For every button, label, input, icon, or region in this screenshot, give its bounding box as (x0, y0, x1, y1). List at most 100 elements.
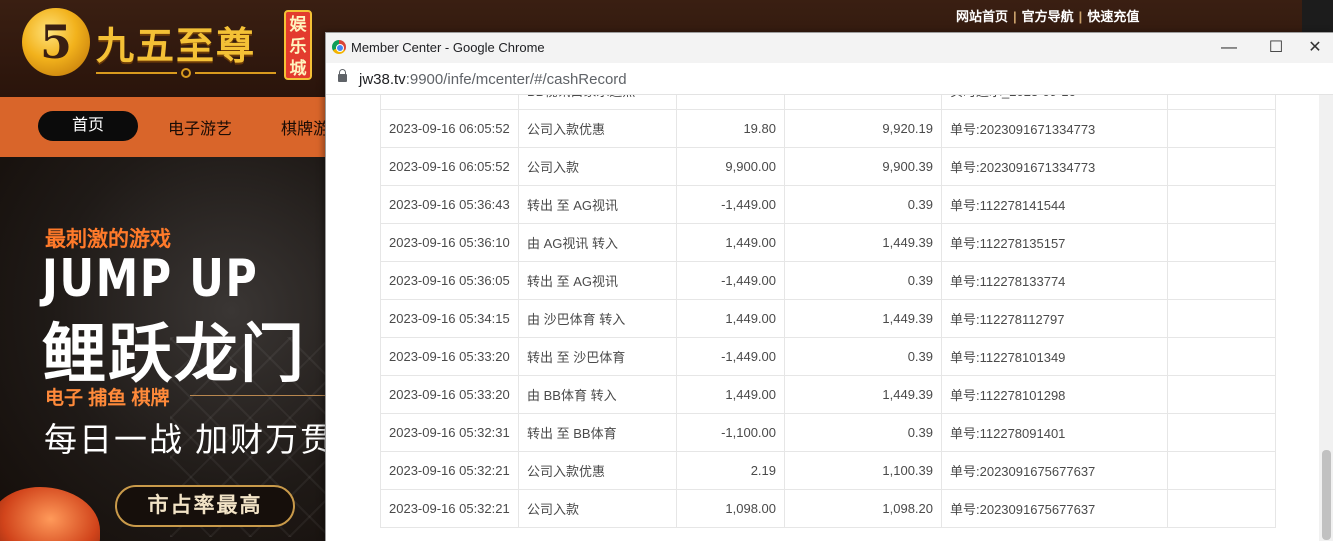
record-note: 单号:112278141544 (941, 185, 1168, 224)
record-balance: 83.82 (784, 95, 942, 110)
table-row: 2023-09-16 05:33:20 由 BB体育 转入 1,449.00 1,44… (380, 375, 1276, 414)
record-extra (1167, 223, 1276, 262)
record-balance: 0.39 (784, 261, 942, 300)
nav-item-home[interactable]: 首页 (38, 111, 138, 141)
record-extra (1167, 95, 1276, 110)
address-bar[interactable]: jw38.tv:9900/infe/mcenter/#/cashRecord (326, 63, 1333, 95)
window-titlebar[interactable]: Member Center - Google Chrome — ☐ ✕ (326, 33, 1333, 63)
logo-emblem-icon: 5 (22, 8, 90, 76)
record-amount: -1,100.00 (676, 413, 785, 452)
promo-banner[interactable]: 最刺激的游戏 JUMP UP 鲤跃龙门 电子 捕鱼 棋牌 每日一战 加财万贯 市… (0, 157, 330, 541)
url-text[interactable]: jw38.tv:9900/infe/mcenter/#/cashRecord (359, 71, 627, 88)
record-type: 由 AG视讯 转入 (518, 223, 677, 262)
table-row: 2023-09-16 05:32:21 公司入款 1,098.00 1,098.20 单… (380, 489, 1276, 528)
table-row: 2023-09-16 05:34:15 由 沙巴体育 转入 1,449.00 1,44… (380, 299, 1276, 338)
record-amount: 2.19 (676, 451, 785, 490)
record-note: 单号:112278101298 (941, 375, 1168, 414)
lock-icon[interactable] (338, 69, 347, 82)
close-button[interactable]: ✕ (1295, 33, 1333, 63)
link-home[interactable]: 网站首页 (956, 9, 1008, 24)
record-time: 2023-09-16 06:05:52 (380, 109, 519, 148)
nav-item-cards[interactable]: 棋牌游 (281, 115, 329, 139)
table-row: 2023-09-16 05:32:21 公司入款优惠 2.19 1,100.39 单号:… (380, 451, 1276, 490)
record-extra (1167, 489, 1276, 528)
record-balance: 1,098.20 (784, 489, 942, 528)
record-type: 公司入款优惠 (518, 109, 677, 148)
link-quick-deposit[interactable]: 快速充值 (1087, 9, 1139, 24)
record-amount: -1,449.00 (676, 261, 785, 300)
record-type: 由 BB体育 转入 (518, 375, 677, 414)
record-time: 2023-09-16 05:32:21 (380, 451, 519, 490)
record-note: 单号:2023091675677637 (941, 489, 1168, 528)
window-title: Member Center - Google Chrome (351, 40, 545, 55)
header-strip (1302, 0, 1333, 32)
record-type: 转出 至 BB体育 (518, 413, 677, 452)
record-type: BB视讯白家乐返点 (518, 95, 677, 110)
record-type: 转出 至 AG视讯 (518, 261, 677, 300)
url-path: :9900/infe/mcenter/#/cashRecord (405, 71, 627, 88)
record-extra (1167, 185, 1276, 224)
record-time: 2023-09-16 05:36:43 (380, 185, 519, 224)
table-row: 2023-09-16 05:36:05 转出 至 AG视讯 -1,449.00 0.3… (380, 261, 1276, 300)
record-amount: 1,449.00 (676, 299, 785, 338)
record-extra (1167, 299, 1276, 338)
maximize-button[interactable]: ☐ (1256, 33, 1296, 63)
table-row: 2023-09-16 05:33:20 转出 至 沙巴体育 -1,449.00 0.3… (380, 337, 1276, 376)
chrome-icon (332, 40, 346, 54)
record-note: 实时返水_2023-09-16 (941, 95, 1168, 110)
record-amount: 1,098.00 (676, 489, 785, 528)
banner-slogan: 每日一战 加财万贯 (44, 421, 330, 458)
record-amount: 1,449.00 (676, 375, 785, 414)
top-links: 网站首页 | 官方导航 | 快速充值 (956, 9, 1140, 24)
record-time: 2023-09-16 05:33:20 (380, 375, 519, 414)
record-note: 单号:112278101349 (941, 337, 1168, 376)
record-balance: 1,449.39 (784, 375, 942, 414)
record-note: 单号:112278133774 (941, 261, 1168, 300)
banner-categories: 电子 捕鱼 棋牌 (45, 388, 170, 409)
record-time: 2023-09-16 06:47:23 (380, 95, 519, 110)
record-time: 2023-09-16 05:32:21 (380, 489, 519, 528)
minimize-button[interactable]: — (1209, 33, 1249, 63)
record-time: 2023-09-16 05:32:31 (380, 413, 519, 452)
record-extra (1167, 109, 1276, 148)
banner-divider (190, 395, 330, 396)
record-time: 2023-09-16 05:33:20 (380, 337, 519, 376)
record-extra (1167, 375, 1276, 414)
record-amount: -1,449.00 (676, 185, 785, 224)
nav-item-slots[interactable]: 电子游艺 (168, 115, 232, 139)
url-host: jw38.tv (359, 71, 406, 88)
logo-text: 九五至尊 (96, 22, 257, 68)
record-type: 公司入款优惠 (518, 451, 677, 490)
record-extra (1167, 261, 1276, 300)
record-balance: 0.39 (784, 413, 942, 452)
record-balance: 0.39 (784, 185, 942, 224)
record-balance: 9,920.19 (784, 109, 942, 148)
logo-ornament (96, 66, 276, 80)
record-note: 单号:112278135157 (941, 223, 1168, 262)
banner-headline-cn: 鲤跃龙门 (42, 318, 306, 390)
table-row: 2023-09-16 05:36:43 转出 至 AG视讯 -1,449.00 0.3… (380, 185, 1276, 224)
banner-button[interactable]: 市占率最高 (115, 485, 295, 527)
record-extra (1167, 451, 1276, 490)
record-time: 2023-09-16 05:36:05 (380, 261, 519, 300)
scrollbar[interactable] (1319, 95, 1333, 541)
record-amount: 83.63 (676, 95, 785, 110)
record-type: 由 沙巴体育 转入 (518, 299, 677, 338)
banner-headline-en: JUMP UP (42, 249, 259, 309)
koi-fish-image (0, 487, 100, 541)
record-balance: 1,449.39 (784, 299, 942, 338)
record-note: 单号:2023091671334773 (941, 109, 1168, 148)
record-note: 单号:2023091671334773 (941, 147, 1168, 186)
record-type: 转出 至 AG视讯 (518, 185, 677, 224)
record-amount: 19.80 (676, 109, 785, 148)
record-balance: 9,900.39 (784, 147, 942, 186)
record-balance: 1,100.39 (784, 451, 942, 490)
record-balance: 0.39 (784, 337, 942, 376)
scrollbar-thumb[interactable] (1322, 450, 1331, 540)
record-extra (1167, 413, 1276, 452)
record-time: 2023-09-16 05:36:10 (380, 223, 519, 262)
record-note: 单号:112278091401 (941, 413, 1168, 452)
record-balance: 1,449.39 (784, 223, 942, 262)
link-navigation[interactable]: 官方导航 (1022, 9, 1074, 24)
logo-badge: 娱乐城 (284, 10, 312, 80)
